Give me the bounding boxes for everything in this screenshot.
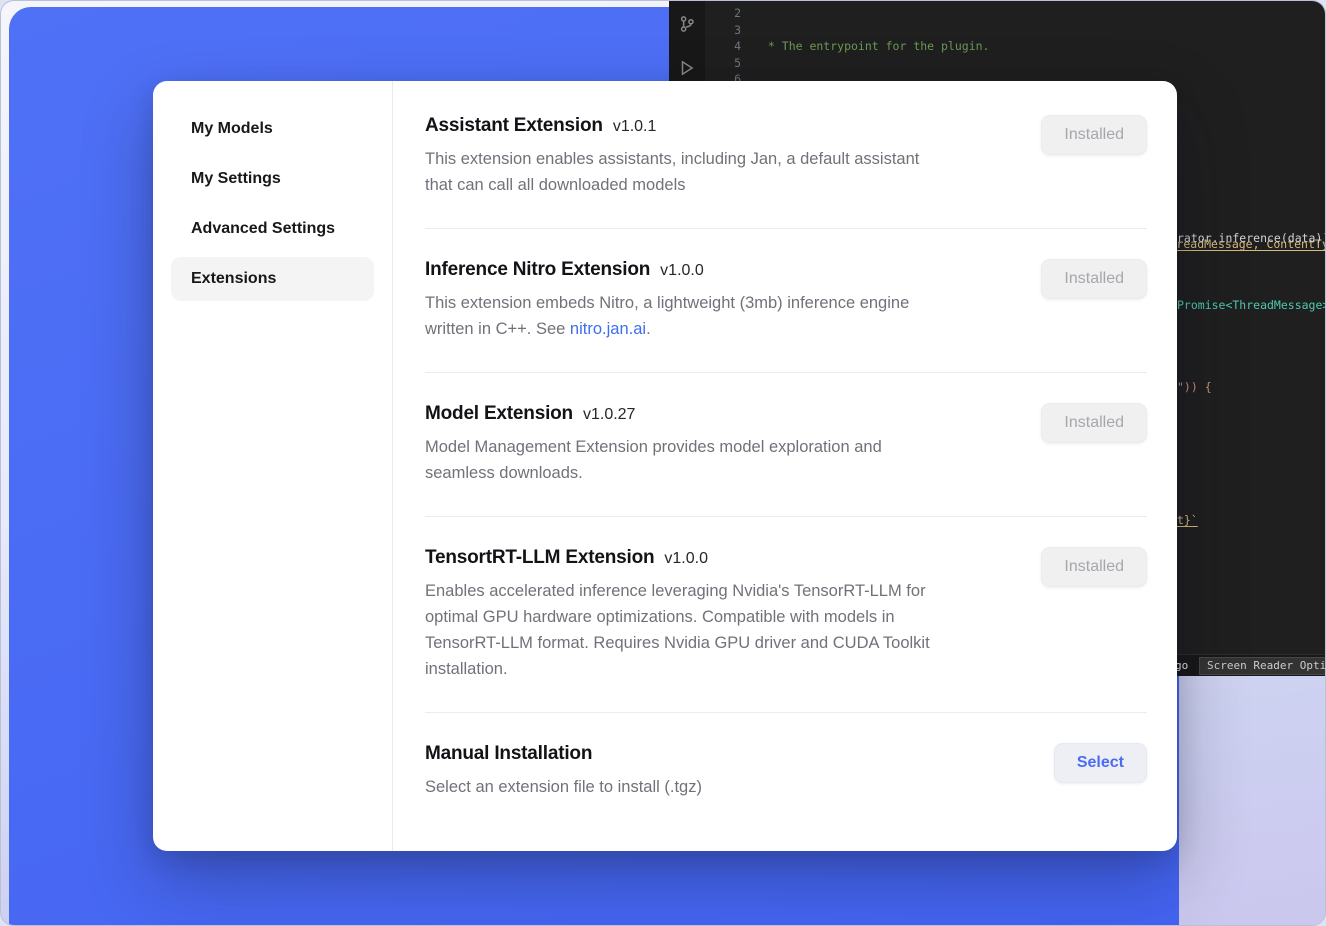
installed-button[interactable]: Installed	[1041, 115, 1147, 155]
extension-row-inference-nitro: Inference Nitro Extension v1.0.0 This ext…	[425, 229, 1147, 373]
settings-sidebar: My Models My Settings Advanced Settings …	[153, 81, 393, 851]
settings-modal: My Models My Settings Advanced Settings …	[153, 81, 1177, 851]
installed-button[interactable]: Installed	[1041, 259, 1147, 299]
sidebar-item-my-settings[interactable]: My Settings	[171, 157, 374, 201]
desktop: 2 3 4 5 6 * The entrypoint for the plugi…	[0, 0, 1326, 926]
extension-title: Inference Nitro Extension v1.0.0	[425, 259, 909, 281]
extension-title: TensortRT-LLM Extension v1.0.0	[425, 547, 930, 569]
manual-installation-description: Select an extension file to install (.tg…	[425, 774, 702, 800]
nitro-jan-ai-link[interactable]: nitro.jan.ai	[570, 320, 646, 338]
run-debug-icon[interactable]	[678, 59, 696, 77]
code-fragment: ")) {	[1177, 379, 1212, 395]
extension-name: Inference Nitro Extension	[425, 259, 650, 280]
extension-version: v1.0.0	[660, 262, 704, 279]
extension-row-assistant: Assistant Extension v1.0.1 This extension…	[425, 85, 1147, 229]
code-fragment: rator.inference(data));	[1177, 230, 1326, 246]
screen-reader-optimized-badge[interactable]: Screen Reader Optimize	[1199, 657, 1326, 675]
line-number: 5	[715, 55, 741, 72]
editor-line-numbers: 2 3 4 5 6	[715, 5, 741, 88]
extension-title: Model Extension v1.0.27	[425, 403, 882, 425]
extension-row-tensorrt-llm: TensortRT-LLM Extension v1.0.0 Enables ac…	[425, 517, 1147, 713]
manual-installation-title: Manual Installation	[425, 743, 702, 765]
line-number: 3	[715, 22, 741, 39]
extension-description: Model Management Extension provides mode…	[425, 434, 882, 486]
extension-title: Assistant Extension v1.0.1	[425, 115, 919, 137]
line-number: 2	[715, 5, 741, 22]
extension-description: Enables accelerated inference leveraging…	[425, 578, 930, 682]
code-fragment: Promise<ThreadMessage>	[1177, 297, 1326, 313]
extension-version: v1.0.1	[613, 118, 657, 135]
sidebar-item-advanced-settings[interactable]: Advanced Settings	[171, 207, 374, 251]
select-file-button[interactable]: Select	[1054, 743, 1147, 783]
extension-name: Assistant Extension	[425, 115, 603, 136]
extension-description: This extension embeds Nitro, a lightweig…	[425, 290, 909, 342]
extension-name: TensortRT-LLM Extension	[425, 547, 654, 568]
line-number: 4	[715, 38, 741, 55]
extension-description: This extension enables assistants, inclu…	[425, 146, 919, 198]
code-fragment: t}`	[1177, 512, 1198, 528]
sidebar-item-my-models[interactable]: My Models	[171, 107, 374, 151]
extension-version: v1.0.27	[583, 406, 635, 423]
source-control-icon[interactable]	[678, 15, 696, 33]
extension-name: Model Extension	[425, 403, 573, 424]
code-line: * The entrypoint for the plugin.	[761, 38, 1326, 55]
installed-button[interactable]: Installed	[1041, 403, 1147, 443]
manual-installation-row: Manual Installation Select an extension …	[425, 713, 1147, 824]
installed-button[interactable]: Installed	[1041, 547, 1147, 587]
extensions-panel: Assistant Extension v1.0.1 This extension…	[393, 81, 1177, 851]
extension-version: v1.0.0	[664, 550, 708, 567]
extension-row-model: Model Extension v1.0.27 Model Management …	[425, 373, 1147, 517]
sidebar-item-extensions[interactable]: Extensions	[171, 257, 374, 301]
